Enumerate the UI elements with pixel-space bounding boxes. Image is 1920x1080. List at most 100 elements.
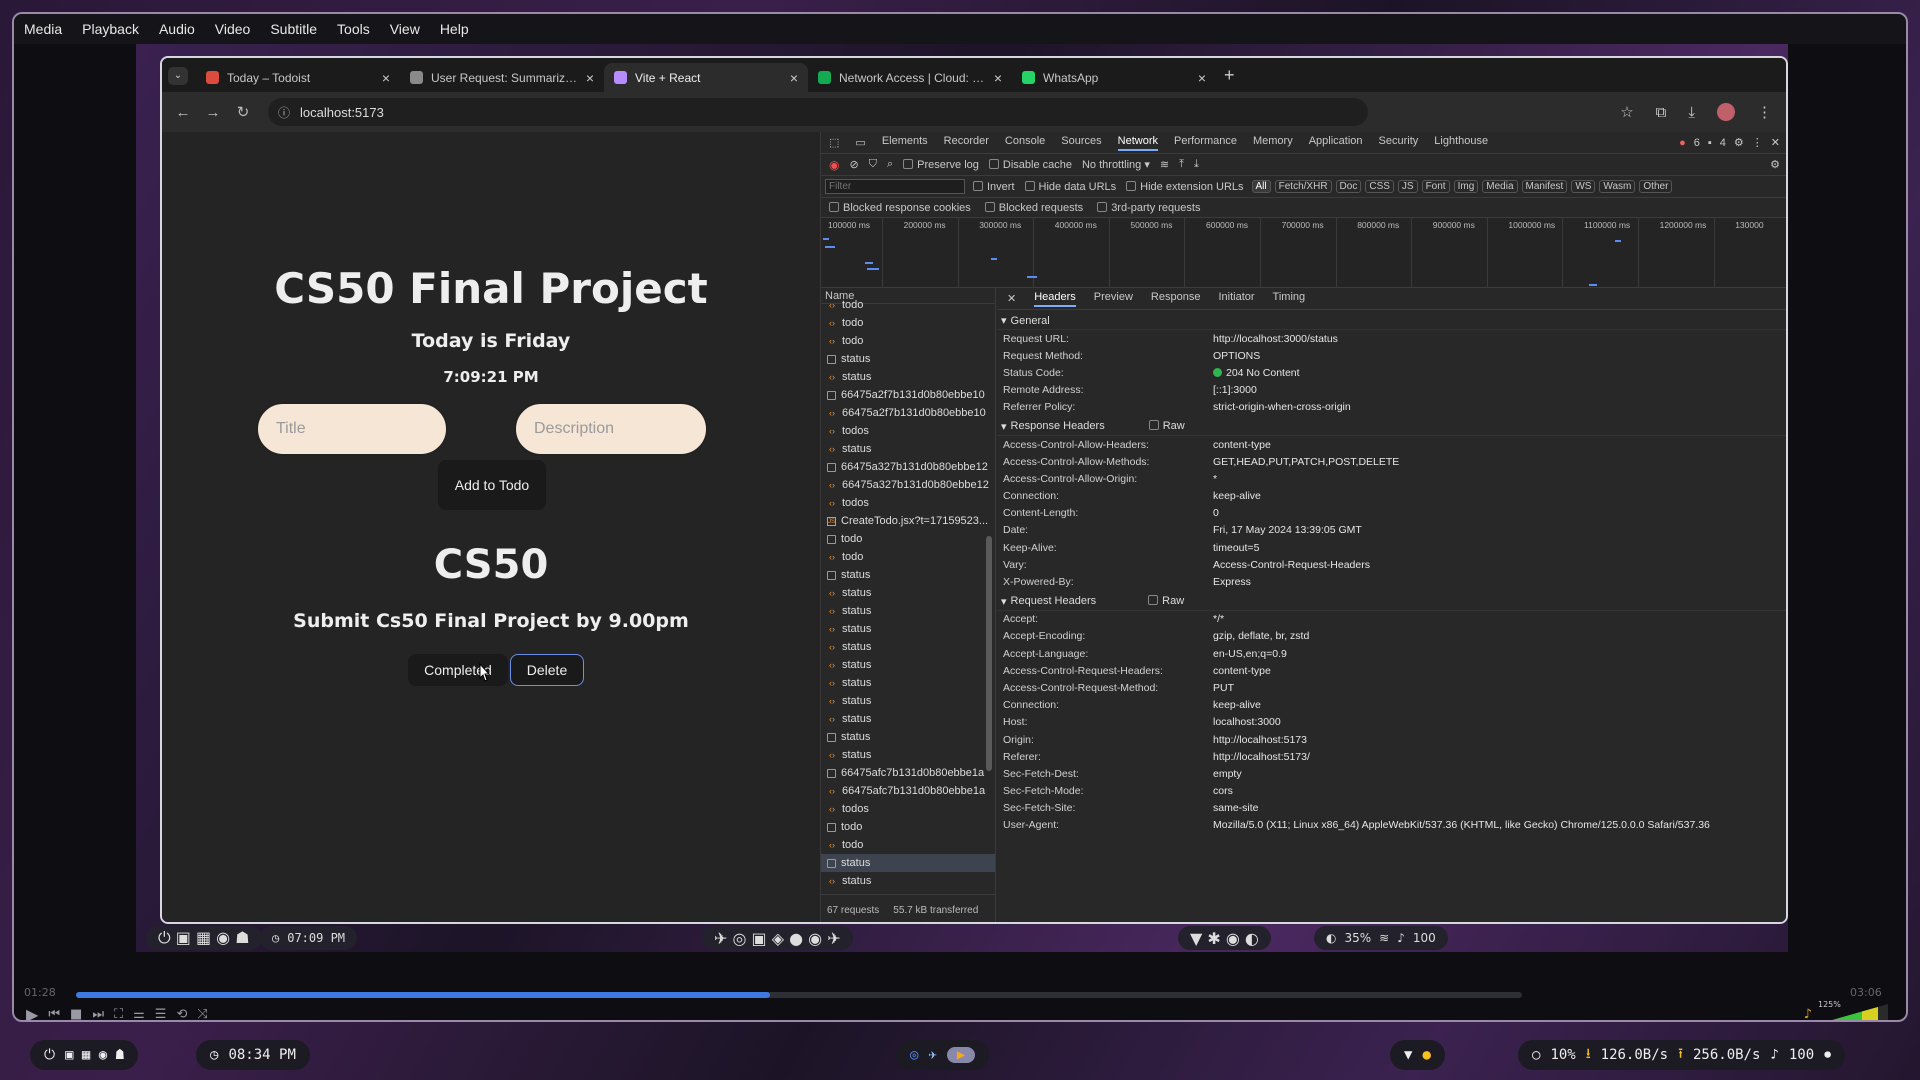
vlc-menu-media[interactable]: Media xyxy=(24,21,62,37)
import-har-icon[interactable]: ⤒ xyxy=(1179,158,1184,171)
details-tab-preview[interactable]: Preview xyxy=(1094,291,1133,307)
header-value[interactable]: empty xyxy=(1213,768,1242,780)
browser-tab-1[interactable]: Today – Todoist × xyxy=(196,63,400,92)
type-chip-img[interactable]: Img xyxy=(1453,180,1479,193)
request-row[interactable]: status xyxy=(821,728,995,746)
header-value[interactable]: http://localhost:5173/ xyxy=(1213,751,1310,763)
request-row[interactable]: 66475a327b131d0b80ebbe12 xyxy=(821,458,995,476)
type-chip-css[interactable]: CSS xyxy=(1365,180,1394,193)
disable-cache-checkbox[interactable]: Disable cache xyxy=(988,158,1072,171)
record-icon[interactable]: ◉ xyxy=(829,158,839,172)
vlc-menu-playback[interactable]: Playback xyxy=(82,21,139,37)
site-info-icon[interactable]: ⓘ xyxy=(278,104,290,121)
details-tab-initiator[interactable]: Initiator xyxy=(1218,291,1254,307)
type-chip-font[interactable]: Font xyxy=(1421,180,1450,193)
vlc-menu-audio[interactable]: Audio xyxy=(159,21,195,37)
extensions-icon[interactable]: ⧉ xyxy=(1656,104,1667,121)
header-value[interactable]: OPTIONS xyxy=(1213,350,1260,362)
type-chip-all[interactable]: All xyxy=(1251,180,1271,193)
tab-close-icon[interactable]: × xyxy=(790,70,798,86)
details-tab-response[interactable]: Response xyxy=(1151,291,1201,307)
request-row[interactable]: 66475a2f7b131d0b80ebbe10 xyxy=(821,386,995,404)
volume-icon[interactable]: ♪ xyxy=(1770,1047,1778,1063)
error-count-icon[interactable]: ● xyxy=(1679,137,1686,149)
browser-menu-icon[interactable]: ⋮ xyxy=(1757,103,1772,121)
device-toggle-icon[interactable]: ▭ xyxy=(855,136,865,149)
header-value[interactable]: en-US,en;q=0.9 xyxy=(1213,648,1287,660)
workspace-icons[interactable]: ▣ ▦ ◉ ☗ xyxy=(65,1047,124,1063)
browser-tab-4[interactable]: Network Access | Cloud: Mon × xyxy=(808,63,1012,92)
network-settings-icon[interactable]: ⚙ xyxy=(1770,158,1786,171)
request-row[interactable]: ‹› todo xyxy=(821,296,995,314)
tab-close-icon[interactable]: × xyxy=(994,70,1002,86)
mic-icon[interactable]: ⏺ xyxy=(1824,1047,1831,1063)
header-value[interactable]: gzip, deflate, br, zstd xyxy=(1213,630,1309,642)
header-value[interactable]: * xyxy=(1213,473,1217,485)
header-value[interactable]: Mozilla/5.0 (X11; Linux x86_64) AppleWeb… xyxy=(1213,819,1710,831)
request-headers-section-header[interactable]: ▾ Request Headers Raw xyxy=(997,593,1786,611)
downloads-icon[interactable]: ⤓ xyxy=(1688,104,1695,121)
request-row[interactable]: todo xyxy=(821,818,995,836)
tab-close-icon[interactable]: × xyxy=(382,70,390,86)
devtools-tab-performance[interactable]: Performance xyxy=(1174,135,1237,151)
inspect-icon[interactable]: ⬚ xyxy=(829,136,839,149)
fullscreen-icon[interactable]: ⛶ xyxy=(114,1007,123,1021)
header-value[interactable]: Express xyxy=(1213,576,1251,588)
tab-search-icon[interactable]: ⌄ xyxy=(168,67,188,85)
request-row[interactable]: status xyxy=(821,566,995,584)
vlc-menu-subtitle[interactable]: Subtitle xyxy=(270,21,317,37)
request-row[interactable]: ‹› todo xyxy=(821,314,995,332)
power-icon[interactable]: ⏻ xyxy=(44,1047,55,1063)
header-value[interactable]: localhost:3000 xyxy=(1213,716,1281,728)
header-value[interactable]: http://localhost:5173 xyxy=(1213,734,1307,746)
header-value[interactable]: strict-origin-when-cross-origin xyxy=(1213,401,1351,413)
tab-close-icon[interactable]: × xyxy=(586,70,594,86)
header-value[interactable]: 0 xyxy=(1213,507,1219,519)
shuffle-icon[interactable]: ⤨ xyxy=(197,1007,207,1021)
devtools-tab-elements[interactable]: Elements xyxy=(882,135,928,151)
response-headers-section-header[interactable]: ▾ Response Headers Raw xyxy=(997,418,1786,436)
devtools-more-icon[interactable]: ⋮ xyxy=(1752,136,1763,149)
header-value[interactable]: Fri, 17 May 2024 13:39:05 GMT xyxy=(1213,524,1362,536)
message-count-icon[interactable]: ▪ xyxy=(1708,137,1712,149)
header-value[interactable]: cors xyxy=(1213,785,1233,797)
raw-toggle[interactable]: Raw xyxy=(1148,420,1185,432)
delete-button[interactable]: Delete xyxy=(510,654,584,686)
request-row[interactable]: status xyxy=(821,350,995,368)
type-chip-js[interactable]: JS xyxy=(1397,180,1418,193)
request-row[interactable]: JS CreateTodo.jsx?t=17159523... xyxy=(821,512,995,530)
header-value[interactable]: keep-alive xyxy=(1213,699,1261,711)
header-value[interactable]: PUT xyxy=(1213,682,1234,694)
devtools-tab-application[interactable]: Application xyxy=(1309,135,1363,151)
request-row[interactable]: ‹› status xyxy=(821,872,995,890)
new-tab-icon[interactable]: + xyxy=(1224,65,1235,86)
filter-option-1[interactable]: Hide data URLs xyxy=(1024,180,1116,193)
bookmark-star-icon[interactable]: ☆ xyxy=(1620,103,1633,121)
header-value[interactable]: GET,HEAD,PUT,PATCH,POST,DELETE xyxy=(1213,456,1399,468)
type-chip-wasm[interactable]: Wasm xyxy=(1599,180,1636,193)
general-section-header[interactable]: ▾ General xyxy=(997,312,1786,330)
header-value[interactable]: http://localhost:3000/status xyxy=(1213,333,1338,345)
search-icon[interactable]: ⌕ xyxy=(887,158,893,171)
type-chip-fetch-xhr[interactable]: Fetch/XHR xyxy=(1274,180,1332,193)
request-row[interactable]: ‹› todo xyxy=(821,548,995,566)
request-row[interactable]: ‹› status xyxy=(821,620,995,638)
filter-icon[interactable]: ⛉ xyxy=(869,158,877,171)
header-value[interactable]: same-site xyxy=(1213,802,1259,814)
add-todo-button[interactable]: Add to Todo xyxy=(438,460,546,510)
extended-settings-icon[interactable]: ⚌ xyxy=(133,1007,145,1021)
vlc-menu-help[interactable]: Help xyxy=(440,21,469,37)
devtools-tab-memory[interactable]: Memory xyxy=(1253,135,1293,151)
devtools-tab-lighthouse[interactable]: Lighthouse xyxy=(1434,135,1488,151)
filter-option-0[interactable]: Invert xyxy=(973,180,1015,193)
request-row[interactable]: ‹› todos xyxy=(821,422,995,440)
playlist-icon[interactable]: ☰ xyxy=(155,1007,167,1021)
browser-tab-3[interactable]: Vite + React × xyxy=(604,63,808,92)
vlc-menu-view[interactable]: View xyxy=(390,21,420,37)
request-row[interactable]: ‹› status xyxy=(821,584,995,602)
request-row[interactable]: ‹› status xyxy=(821,368,995,386)
request-row[interactable]: ‹› todos xyxy=(821,494,995,512)
preserve-log-checkbox[interactable]: Preserve log xyxy=(903,158,979,171)
wifi-icon[interactable]: ▼ xyxy=(1404,1047,1412,1063)
header-value[interactable]: [::1]:3000 xyxy=(1213,384,1257,396)
